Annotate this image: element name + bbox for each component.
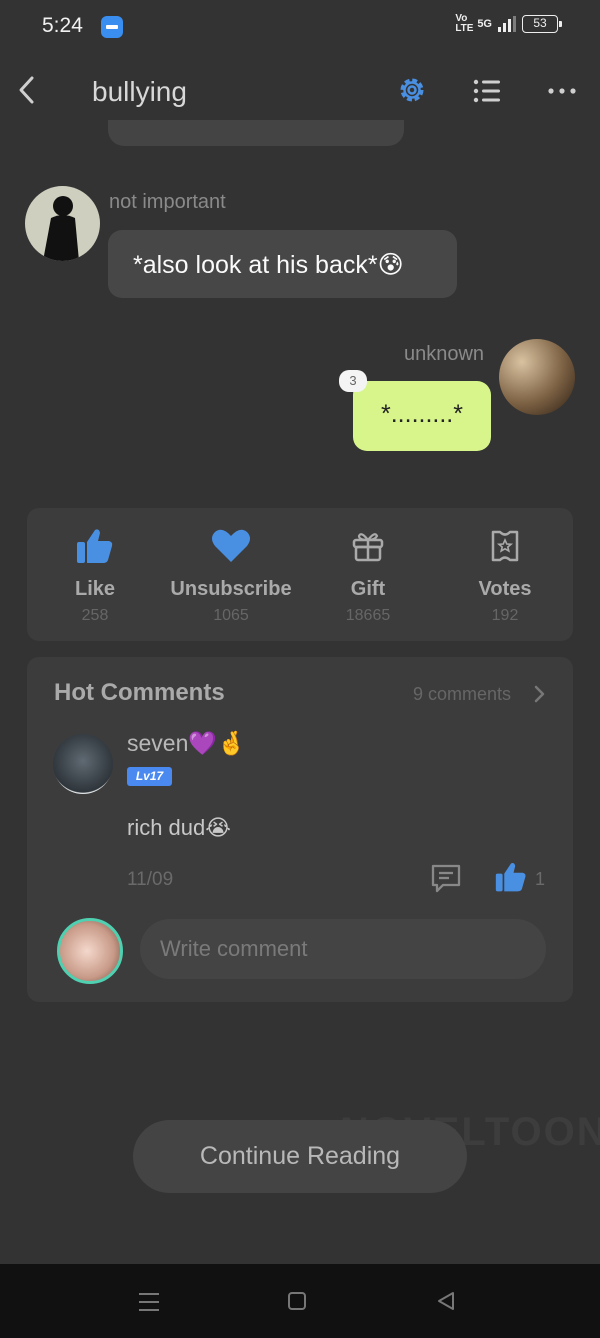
heart-icon: [212, 529, 250, 562]
like-label: Like: [74, 578, 116, 600]
network-type: 5G: [477, 18, 492, 30]
system-back-button[interactable]: [435, 1290, 457, 1312]
more-options-button[interactable]: [546, 82, 578, 100]
gift-label: Gift: [350, 578, 386, 600]
message-count-badge: 3: [339, 370, 367, 392]
comment-like-count: 1: [535, 869, 546, 889]
write-comment-input[interactable]: [140, 919, 546, 979]
system-navigation-bar: [0, 1264, 600, 1338]
reply-button[interactable]: [429, 861, 463, 895]
list-icon: [473, 79, 500, 103]
recent-apps-button[interactable]: [137, 1291, 161, 1313]
chevron-left-icon: [19, 76, 34, 104]
square-icon: [288, 1292, 306, 1310]
commenter-name[interactable]: seven💜🤞: [127, 730, 246, 757]
engagement-card: Like 258 Unsubscribe 1065 Gift 18665 Vot…: [27, 508, 573, 641]
hot-comments-card: Hot Comments 9 comments seven💜🤞 Lv17 ric…: [27, 657, 573, 1002]
unsubscribe-label: Unsubscribe: [170, 578, 292, 600]
like-action[interactable]: Like 258: [27, 524, 163, 625]
gift-icon: [352, 533, 384, 562]
thumbs-up-icon: [77, 529, 113, 563]
message-bubble: *.........*: [353, 381, 491, 451]
level-badge: Lv17: [127, 767, 172, 786]
battery-level: 53: [522, 15, 562, 33]
hot-comments-title: Hot Comments: [54, 679, 225, 706]
votes-count: 192: [491, 607, 519, 624]
unsubscribe-count: 1065: [213, 607, 249, 624]
view-all-comments-button[interactable]: [533, 683, 547, 705]
noveltoon-notification-icon: [101, 16, 123, 38]
back-button[interactable]: [14, 72, 42, 108]
settings-button[interactable]: [396, 74, 428, 106]
more-horizontal-icon: [548, 88, 576, 94]
votes-action[interactable]: Votes 192: [437, 524, 573, 625]
my-avatar: [57, 918, 123, 984]
vote-ticket-icon: [491, 530, 519, 562]
comments-count-link[interactable]: 9 comments: [413, 684, 511, 705]
comment-like-button[interactable]: [494, 861, 534, 895]
gear-icon: [400, 78, 424, 102]
gift-count: 18665: [345, 607, 391, 624]
status-time: 5:24: [42, 14, 83, 37]
status-indicators: Vo LTE 5G 53: [455, 13, 562, 34]
chapter-list-button[interactable]: [472, 76, 502, 106]
signal-icon: [498, 16, 516, 32]
message-bubble: *also look at his back*😰: [108, 230, 457, 298]
sender-avatar[interactable]: [499, 339, 575, 415]
sender-name: unknown: [404, 343, 485, 365]
votes-label: Votes: [478, 578, 532, 600]
comment-text: rich dud😭: [127, 815, 231, 840]
gift-action[interactable]: Gift 18665: [300, 524, 436, 625]
silhouette-avatar-image: [43, 196, 79, 261]
sender-avatar[interactable]: [25, 186, 100, 261]
home-button[interactable]: [287, 1291, 307, 1311]
volte-indicator: Vo LTE: [455, 13, 474, 34]
page-title: bullying: [92, 76, 187, 107]
continue-reading-button[interactable]: Continue Reading: [133, 1120, 467, 1193]
message-icon: [431, 864, 461, 893]
thumbs-up-icon: [495, 863, 526, 892]
triangle-back-icon: [438, 1292, 454, 1310]
like-count: 258: [81, 607, 109, 624]
chevron-right-icon: [534, 685, 545, 703]
commenter-avatar[interactable]: [53, 734, 113, 794]
comment-date: 11/09: [127, 869, 174, 890]
unsubscribe-action[interactable]: Unsubscribe 1065: [163, 524, 299, 625]
status-bar: 5:24 Vo LTE 5G 53: [0, 0, 600, 56]
top-app-bar: bullying: [0, 56, 600, 126]
menu-icon: [139, 1293, 159, 1311]
previous-message-bubble: [108, 120, 404, 146]
sender-name: not important: [109, 191, 226, 213]
